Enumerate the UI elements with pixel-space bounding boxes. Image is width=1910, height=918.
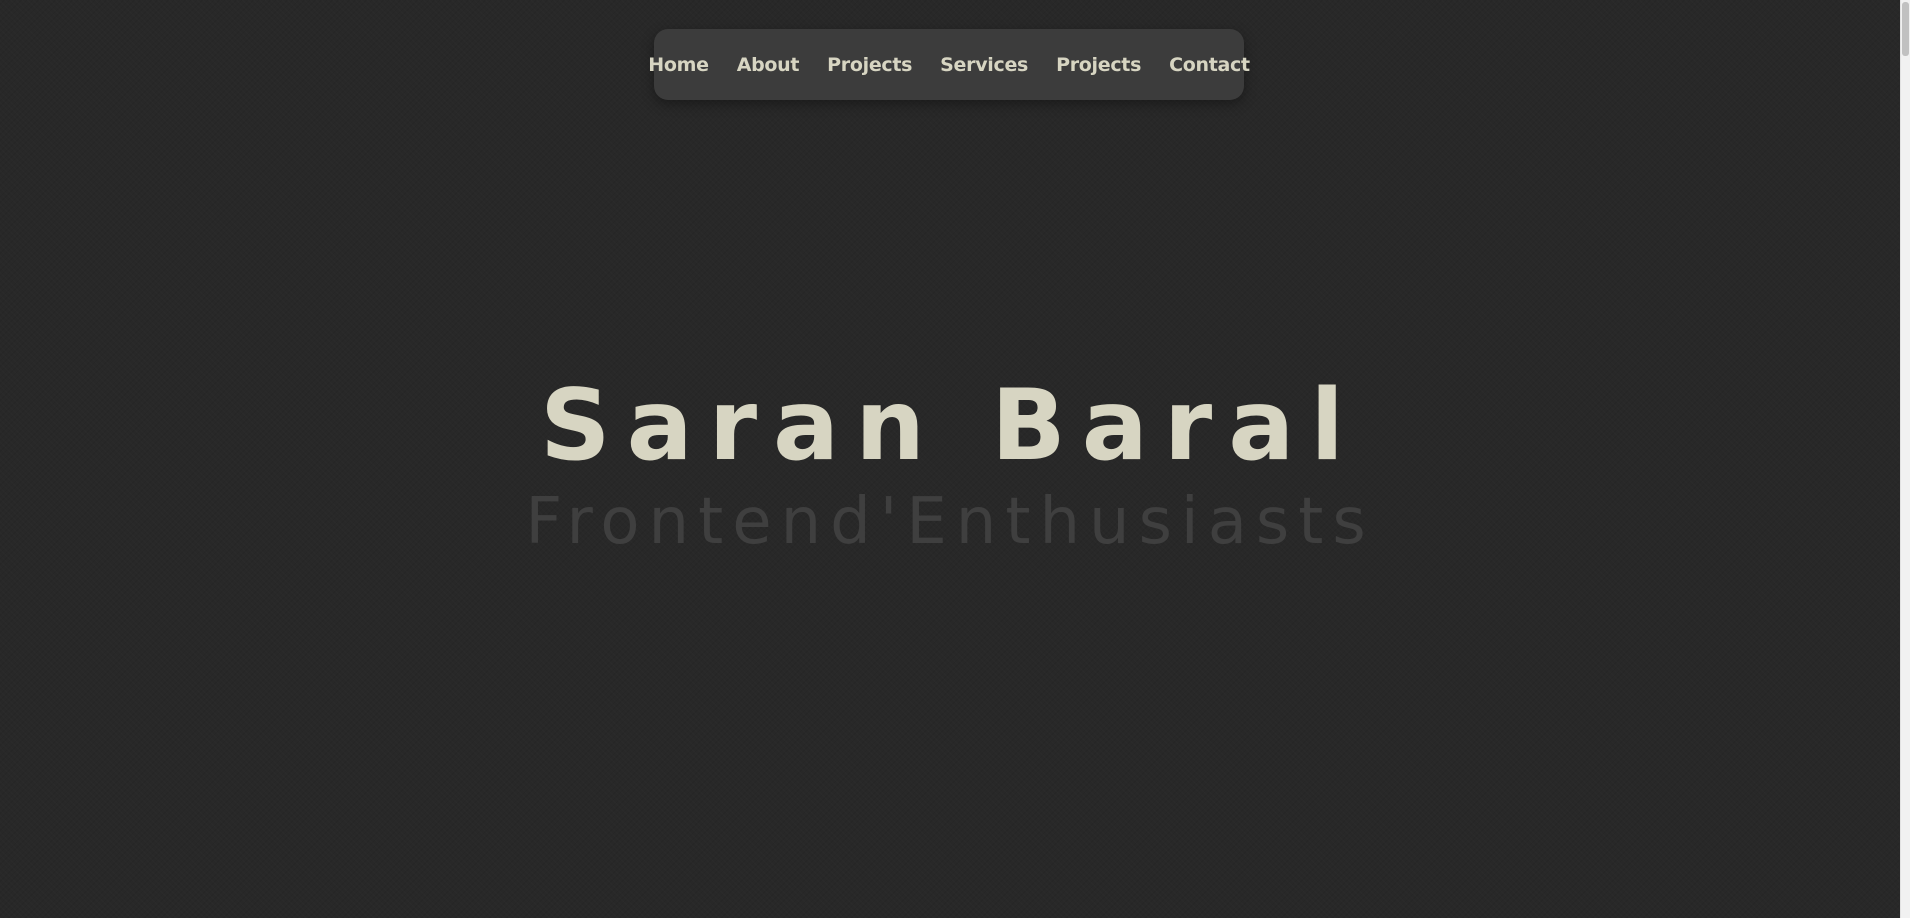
scrollbar-thumb[interactable] [1902, 2, 1909, 56]
hero-name: Saran Baral [540, 368, 1360, 483]
nav-link-projects[interactable]: Projects [827, 54, 912, 76]
nav-link-home[interactable]: Home [648, 54, 709, 76]
top-navbar: Home About Projects Services Projects Co… [648, 29, 1250, 100]
vertical-scrollbar[interactable] [1900, 0, 1910, 918]
nav-link-about[interactable]: About [737, 54, 800, 76]
hero-subtitle: Frontend'Enthusiasts [525, 485, 1375, 559]
nav-link-contact[interactable]: Contact [1169, 54, 1250, 76]
nav-link-projects-2[interactable]: Projects [1056, 54, 1141, 76]
page: Home About Projects Services Projects Co… [0, 0, 1900, 918]
nav-link-services[interactable]: Services [940, 54, 1028, 76]
